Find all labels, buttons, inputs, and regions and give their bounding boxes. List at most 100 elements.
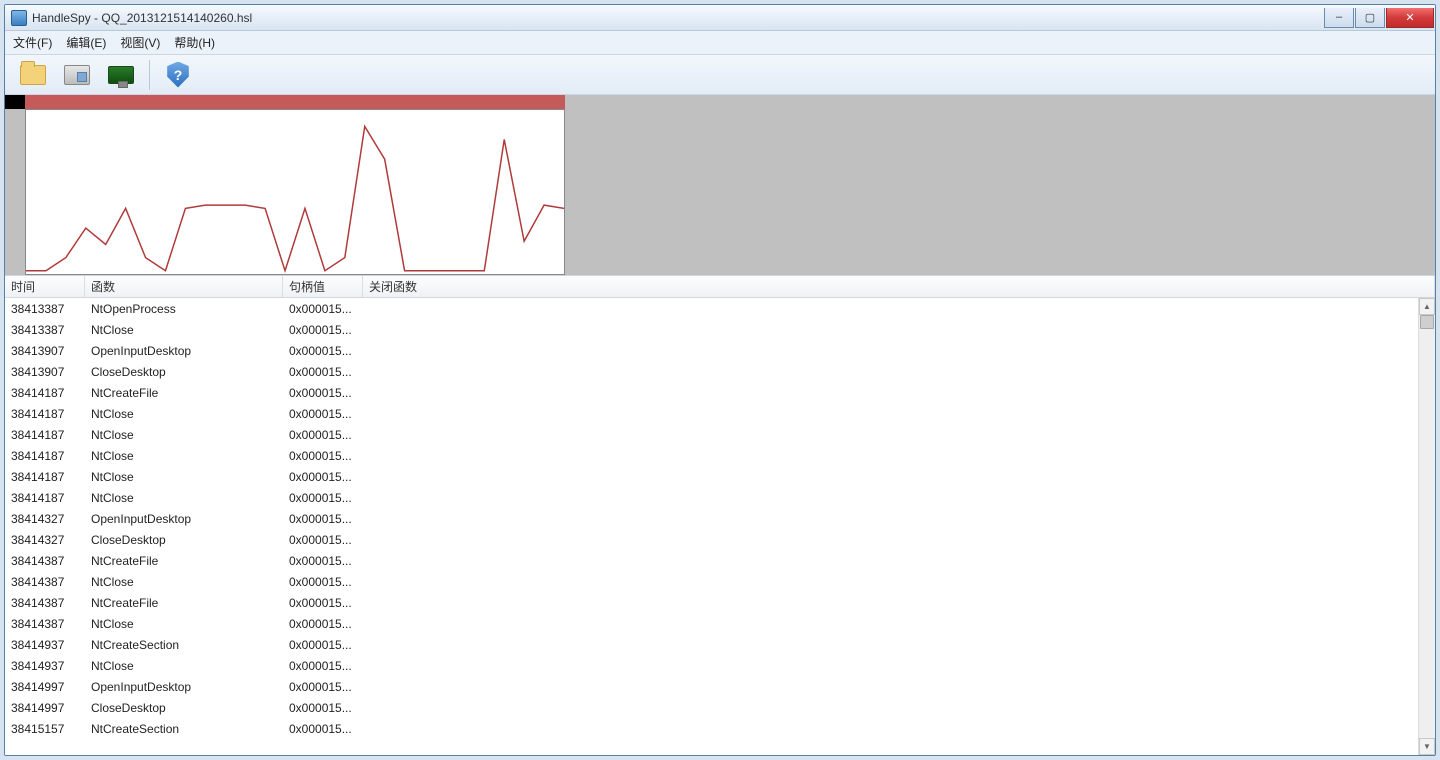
cell-handle: 0x000015...	[283, 596, 363, 610]
menu-view[interactable]: 视图(V)	[120, 34, 160, 51]
table-row[interactable]: 38414997OpenInputDesktop0x000015...	[5, 676, 1435, 697]
cell-time: 38415157	[5, 722, 85, 736]
cell-time: 38414937	[5, 659, 85, 673]
cell-handle: 0x000015...	[283, 533, 363, 547]
cell-handle: 0x000015...	[283, 302, 363, 316]
chart-cursor-marker	[5, 95, 25, 109]
cell-func: NtClose	[85, 575, 283, 589]
close-button[interactable]: ✕	[1386, 8, 1434, 28]
cell-func: CloseDesktop	[85, 533, 283, 547]
cell-func: OpenInputDesktop	[85, 680, 283, 694]
cell-time: 38414187	[5, 491, 85, 505]
cell-func: NtClose	[85, 470, 283, 484]
cell-handle: 0x000015...	[283, 344, 363, 358]
save-button[interactable]	[57, 57, 97, 93]
table-row[interactable]: 38414937NtCreateSection0x000015...	[5, 634, 1435, 655]
about-button[interactable]: ?	[158, 57, 198, 93]
cell-handle: 0x000015...	[283, 365, 363, 379]
cell-time: 38414187	[5, 470, 85, 484]
app-icon	[11, 10, 27, 26]
cell-handle: 0x000015...	[283, 386, 363, 400]
table-row[interactable]: 38414387NtClose0x000015...	[5, 571, 1435, 592]
menu-edit[interactable]: 编辑(E)	[66, 34, 106, 51]
menubar: 文件(F) 编辑(E) 视图(V) 帮助(H)	[5, 31, 1435, 55]
table-header: 时间 函数 句柄值 关闭函数	[5, 276, 1435, 298]
minimize-button[interactable]: ‒	[1324, 8, 1354, 28]
cell-time: 38414937	[5, 638, 85, 652]
col-header-func[interactable]: 函数	[85, 276, 283, 297]
window-title: HandleSpy - QQ_2013121514140260.hsl	[32, 11, 252, 25]
scroll-thumb[interactable]	[1420, 315, 1434, 329]
table-row[interactable]: 38414187NtClose0x000015...	[5, 403, 1435, 424]
table-row[interactable]: 38414327CloseDesktop0x000015...	[5, 529, 1435, 550]
table-row[interactable]: 38413907OpenInputDesktop0x000015...	[5, 340, 1435, 361]
table-row[interactable]: 38414997CloseDesktop0x000015...	[5, 697, 1435, 718]
chart-panel	[5, 95, 1435, 275]
cell-handle: 0x000015...	[283, 680, 363, 694]
cell-handle: 0x000015...	[283, 554, 363, 568]
monitor-icon	[108, 66, 134, 84]
titlebar[interactable]: HandleSpy - QQ_2013121514140260.hsl ‒ ▢ …	[5, 5, 1435, 31]
table-row[interactable]: 38414937NtClose0x000015...	[5, 655, 1435, 676]
chart-svg	[26, 110, 564, 274]
cell-time: 38413387	[5, 302, 85, 316]
cell-handle: 0x000015...	[283, 617, 363, 631]
floppy-icon	[64, 65, 90, 85]
cell-time: 38413907	[5, 344, 85, 358]
menu-help[interactable]: 帮助(H)	[174, 34, 215, 51]
cell-time: 38414387	[5, 596, 85, 610]
table-row[interactable]: 38414387NtClose0x000015...	[5, 613, 1435, 634]
cell-handle: 0x000015...	[283, 638, 363, 652]
vertical-scrollbar[interactable]: ▲ ▼	[1418, 298, 1435, 755]
open-button[interactable]	[13, 57, 53, 93]
cell-time: 38413387	[5, 323, 85, 337]
table-row[interactable]: 38414387NtCreateFile0x000015...	[5, 550, 1435, 571]
cell-time: 38413907	[5, 365, 85, 379]
scroll-up-arrow[interactable]: ▲	[1419, 298, 1435, 315]
cell-func: NtClose	[85, 491, 283, 505]
cell-handle: 0x000015...	[283, 701, 363, 715]
table-row[interactable]: 38415157NtCreateSection0x000015...	[5, 718, 1435, 739]
table-row[interactable]: 38413387NtClose0x000015...	[5, 319, 1435, 340]
monitor-button[interactable]	[101, 57, 141, 93]
cell-func: NtCreateFile	[85, 554, 283, 568]
cell-time: 38414187	[5, 449, 85, 463]
col-header-handle[interactable]: 句柄值	[283, 276, 363, 297]
cell-func: NtClose	[85, 428, 283, 442]
menu-file[interactable]: 文件(F)	[13, 34, 52, 51]
chart-plot[interactable]	[25, 109, 565, 275]
table-row[interactable]: 38414327OpenInputDesktop0x000015...	[5, 508, 1435, 529]
table-row[interactable]: 38414387NtCreateFile0x000015...	[5, 592, 1435, 613]
table-row[interactable]: 38413907CloseDesktop0x000015...	[5, 361, 1435, 382]
cell-handle: 0x000015...	[283, 659, 363, 673]
cell-handle: 0x000015...	[283, 449, 363, 463]
table-row[interactable]: 38414187NtCreateFile0x000015...	[5, 382, 1435, 403]
table-row[interactable]: 38414187NtClose0x000015...	[5, 445, 1435, 466]
chart-wrap	[5, 95, 565, 275]
cell-func: NtCreateSection	[85, 638, 283, 652]
maximize-button[interactable]: ▢	[1355, 8, 1385, 28]
table-row[interactable]: 38414187NtClose0x000015...	[5, 424, 1435, 445]
table-row[interactable]: 38414187NtClose0x000015...	[5, 487, 1435, 508]
chart-selection-bar[interactable]	[25, 95, 565, 109]
cell-func: NtCreateSection	[85, 722, 283, 736]
cell-handle: 0x000015...	[283, 428, 363, 442]
col-header-time[interactable]: 时间	[5, 276, 85, 297]
cell-time: 38414327	[5, 533, 85, 547]
cell-func: NtCreateFile	[85, 386, 283, 400]
cell-func: NtClose	[85, 323, 283, 337]
table-body-wrap: 38413387NtOpenProcess0x000015...38413387…	[5, 298, 1435, 755]
cell-handle: 0x000015...	[283, 491, 363, 505]
scroll-down-arrow[interactable]: ▼	[1419, 738, 1435, 755]
table-row[interactable]: 38413387NtOpenProcess0x000015...	[5, 298, 1435, 319]
col-header-close[interactable]: 关闭函数	[363, 276, 1435, 297]
cell-func: NtClose	[85, 449, 283, 463]
cell-func: CloseDesktop	[85, 365, 283, 379]
table-row[interactable]: 38414187NtClose0x000015...	[5, 466, 1435, 487]
cell-time: 38414997	[5, 680, 85, 694]
cell-func: NtOpenProcess	[85, 302, 283, 316]
shield-help-icon: ?	[166, 62, 190, 88]
cell-func: OpenInputDesktop	[85, 512, 283, 526]
cell-handle: 0x000015...	[283, 470, 363, 484]
table-body[interactable]: 38413387NtOpenProcess0x000015...38413387…	[5, 298, 1435, 755]
